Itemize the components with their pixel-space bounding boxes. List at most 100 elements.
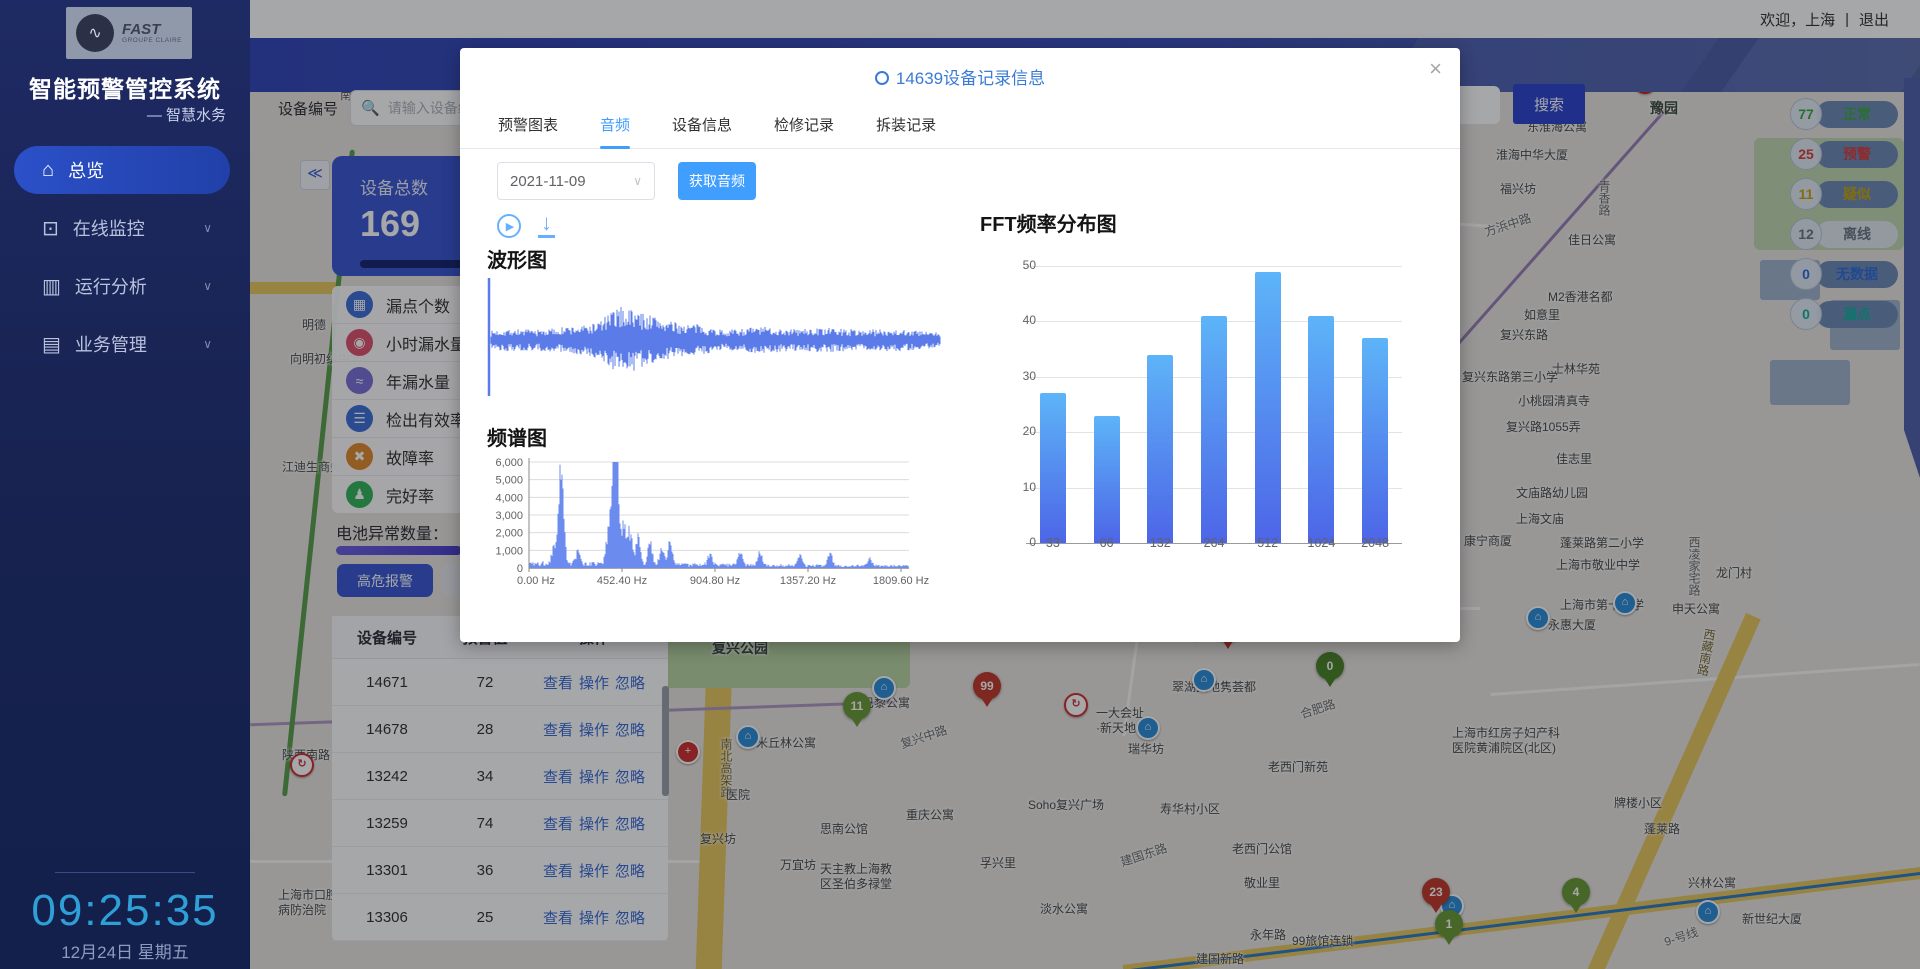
map-label: 寿华村小区	[1160, 802, 1220, 817]
legend-label: 正常	[1816, 101, 1898, 128]
fetch-audio-button[interactable]: 获取音频	[678, 162, 756, 200]
poi-building-icon[interactable]: ⌂	[1136, 716, 1160, 740]
svg-text:5,000: 5,000	[495, 475, 523, 487]
map-label: 永惠大厦	[1548, 618, 1596, 633]
map-label: 合肥路	[1299, 697, 1338, 722]
map-cluster-pin[interactable]: 1	[1435, 910, 1463, 938]
person-icon: ♟	[346, 481, 373, 508]
action-link-忽略[interactable]: 忽略	[615, 910, 645, 927]
action-link-操作[interactable]: 操作	[579, 910, 609, 927]
action-link-忽略[interactable]: 忽略	[615, 675, 645, 692]
map-label: 建国东路	[1119, 841, 1169, 870]
refresh-marker-icon[interactable]: ↻	[290, 753, 314, 777]
poi-building-icon[interactable]: ⌂	[1613, 591, 1637, 615]
sidebar-item-label: 运行分析	[75, 273, 147, 299]
collapse-panel-button[interactable]: ≪	[300, 160, 330, 190]
alarm-icon: ◉	[346, 329, 373, 356]
tab-检修记录[interactable]: 检修记录	[774, 114, 834, 149]
map-label: 复兴坊	[700, 832, 736, 847]
play-audio-icon[interactable]: ▶	[497, 214, 521, 238]
map-cluster-pin[interactable]: 0	[1316, 652, 1344, 680]
device-id-label: 设备编号	[278, 98, 338, 119]
alarm-value-cell: 36	[442, 862, 528, 879]
alarm-value-cell: 74	[442, 815, 528, 832]
action-link-查看[interactable]: 查看	[543, 675, 573, 692]
device-id-cell: 13301	[332, 862, 442, 879]
legend-badge-无数据[interactable]: 0无数据	[1790, 258, 1898, 290]
row-actions: 查看操作忽略	[528, 813, 660, 834]
alarm-value-cell: 72	[442, 674, 528, 691]
map-label: 淮海中华大厦	[1496, 148, 1568, 163]
map-cluster-pin[interactable]: 23	[1422, 878, 1450, 906]
svg-text:2,000: 2,000	[495, 528, 523, 540]
map-label: 佳志里	[1556, 452, 1592, 467]
map-label: 米丘林公寓	[756, 736, 816, 751]
legend-badge-离线[interactable]: 12离线	[1790, 218, 1898, 250]
sidebar-item-label: 总览	[68, 157, 104, 183]
map-label: 建国新路	[1196, 952, 1244, 967]
sidebar-item-3[interactable]: ▥运行分析∨	[14, 262, 230, 310]
legend-badge-漏点[interactable]: 0漏点	[1790, 298, 1898, 330]
close-icon[interactable]: ×	[1429, 58, 1442, 80]
action-link-忽略[interactable]: 忽略	[615, 816, 645, 833]
poi-building-icon[interactable]: ⌂	[1192, 668, 1216, 692]
logo: ∿ FAST GROUPE CLAIRE	[66, 7, 192, 59]
fft-y-tick: 40	[1006, 313, 1036, 327]
map-cluster-pin[interactable]: 99	[973, 672, 1001, 700]
poi-building-icon[interactable]: ⌂	[1696, 900, 1720, 924]
action-link-操作[interactable]: 操作	[579, 722, 609, 739]
bar-chart-icon: ▥	[42, 274, 61, 299]
download-audio-icon[interactable]: ↓	[538, 212, 555, 238]
map-label: 永年路	[1250, 928, 1286, 943]
sidebar-item-2[interactable]: ⊡在线监控∨	[14, 204, 230, 252]
map-label: 士林华苑	[1552, 362, 1600, 377]
map-road-yellow	[250, 282, 336, 294]
map-label: 医院	[726, 788, 750, 803]
date-select-value: 2021-11-09	[510, 173, 586, 190]
fft-bar-66	[1094, 416, 1120, 543]
action-link-查看[interactable]: 查看	[543, 769, 573, 786]
action-link-忽略[interactable]: 忽略	[615, 769, 645, 786]
monitor-icon: ⊡	[42, 216, 59, 241]
action-link-操作[interactable]: 操作	[579, 769, 609, 786]
tab-音频[interactable]: 音频	[600, 114, 630, 149]
high-risk-alarm-button[interactable]: 高危报警	[337, 564, 433, 597]
poi-building-icon[interactable]: ⌂	[872, 676, 896, 700]
hospital-marker-icon[interactable]: +	[676, 740, 700, 764]
poi-building-icon[interactable]: ⌂	[736, 725, 760, 749]
chevron-down-icon: ∨	[633, 174, 642, 188]
legend-count: 77	[1790, 98, 1822, 130]
action-link-操作[interactable]: 操作	[579, 816, 609, 833]
action-link-忽略[interactable]: 忽略	[615, 722, 645, 739]
search-button[interactable]: 搜索	[1513, 84, 1585, 124]
map-label: 豫园	[1650, 100, 1678, 118]
legend-badge-正常[interactable]: 77正常	[1790, 98, 1898, 130]
legend-badge-疑似[interactable]: 11疑似	[1790, 178, 1898, 210]
tab-预警图表[interactable]: 预警图表	[498, 114, 558, 149]
action-link-查看[interactable]: 查看	[543, 910, 573, 927]
action-link-查看[interactable]: 查看	[543, 863, 573, 880]
logout-link[interactable]: 退出	[1859, 9, 1889, 30]
legend-badge-预警[interactable]: 25预警	[1790, 138, 1898, 170]
action-link-操作[interactable]: 操作	[579, 863, 609, 880]
map-cluster-pin[interactable]: 4	[1562, 878, 1590, 906]
svg-text:904.80 Hz: 904.80 Hz	[690, 575, 740, 587]
action-link-忽略[interactable]: 忽略	[615, 863, 645, 880]
sidebar-item-1[interactable]: ⌂总览	[14, 146, 230, 194]
date-select[interactable]: 2021-11-09 ∨	[497, 162, 655, 200]
table-scrollbar[interactable]	[662, 686, 669, 796]
refresh-marker-icon[interactable]: ↻	[1064, 693, 1088, 717]
clock-time: 09:25:35	[0, 886, 250, 936]
map-label: 瑞华坊	[1128, 742, 1164, 757]
sidebar-item-4[interactable]: ▤业务管理∨	[14, 320, 230, 368]
action-link-查看[interactable]: 查看	[543, 722, 573, 739]
fft-x-tick: 33	[1026, 536, 1080, 550]
action-link-操作[interactable]: 操作	[579, 675, 609, 692]
map-label: 万宜坊	[780, 858, 816, 873]
action-link-查看[interactable]: 查看	[543, 816, 573, 833]
tab-拆装记录[interactable]: 拆装记录	[876, 114, 936, 149]
map-label: 蓬莱路第二小学	[1560, 536, 1644, 551]
poi-building-icon[interactable]: ⌂	[1526, 606, 1550, 630]
map-cluster-pin[interactable]: 11	[843, 692, 871, 720]
tab-设备信息[interactable]: 设备信息	[672, 114, 732, 149]
